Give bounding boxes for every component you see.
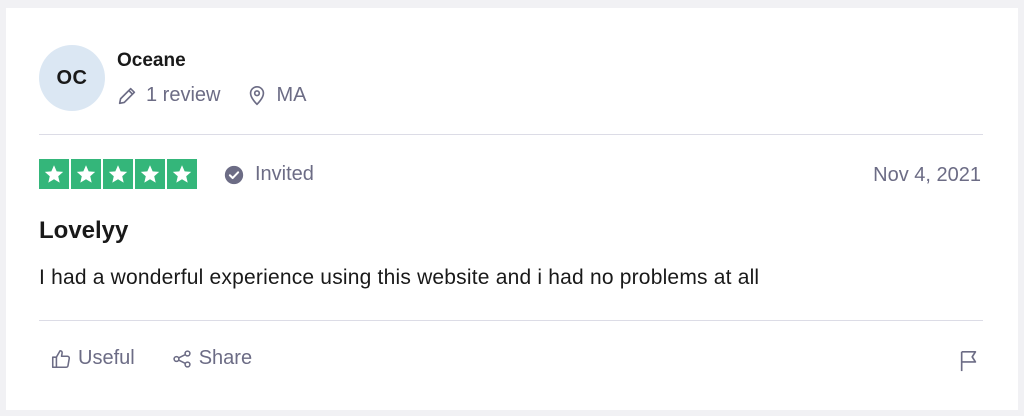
flag-icon [960, 351, 977, 372]
review-body: I had a wonderful experience using this … [39, 266, 760, 289]
star-icon [140, 165, 160, 183]
useful-label: Useful [78, 347, 135, 369]
share-button[interactable]: Share [171, 347, 252, 370]
location-label: MA [276, 84, 307, 106]
star-icon [76, 165, 96, 183]
star-icon [44, 165, 64, 183]
star-icon [108, 165, 128, 183]
invited-label: Invited [255, 163, 314, 185]
reviewer-name[interactable]: Oceane [117, 50, 186, 72]
star-5 [167, 159, 197, 189]
pencil-icon [118, 87, 136, 104]
reviewer-meta: 1 review MA [116, 84, 306, 107]
review-count-label: 1 review [146, 84, 221, 106]
avatar[interactable]: OC [39, 45, 105, 111]
location-pin-icon [250, 85, 265, 105]
report-button[interactable] [958, 349, 980, 378]
star-3 [103, 159, 133, 189]
star-2 [71, 159, 101, 189]
reviewer-location: MA [246, 84, 306, 107]
star-icon [172, 165, 192, 183]
review-date: Nov 4, 2021 [873, 164, 981, 186]
review-title[interactable]: Lovelyy [39, 217, 128, 245]
star-4 [135, 159, 165, 189]
divider-bottom [39, 320, 983, 321]
star-rating [39, 159, 199, 189]
divider-top [39, 134, 983, 135]
thumbs-up-icon [51, 349, 71, 368]
useful-button[interactable]: Useful [50, 347, 135, 370]
share-label: Share [198, 347, 253, 369]
star-1 [39, 159, 69, 189]
share-icon [173, 349, 191, 368]
review-actions: Useful Share [50, 347, 252, 370]
check-circle-icon [224, 165, 244, 184]
review-count: 1 review [116, 84, 220, 107]
invited-badge[interactable]: Invited [223, 163, 314, 186]
review-card: OC Oceane 1 review MA Invited Nov 4, 202… [6, 8, 1018, 410]
